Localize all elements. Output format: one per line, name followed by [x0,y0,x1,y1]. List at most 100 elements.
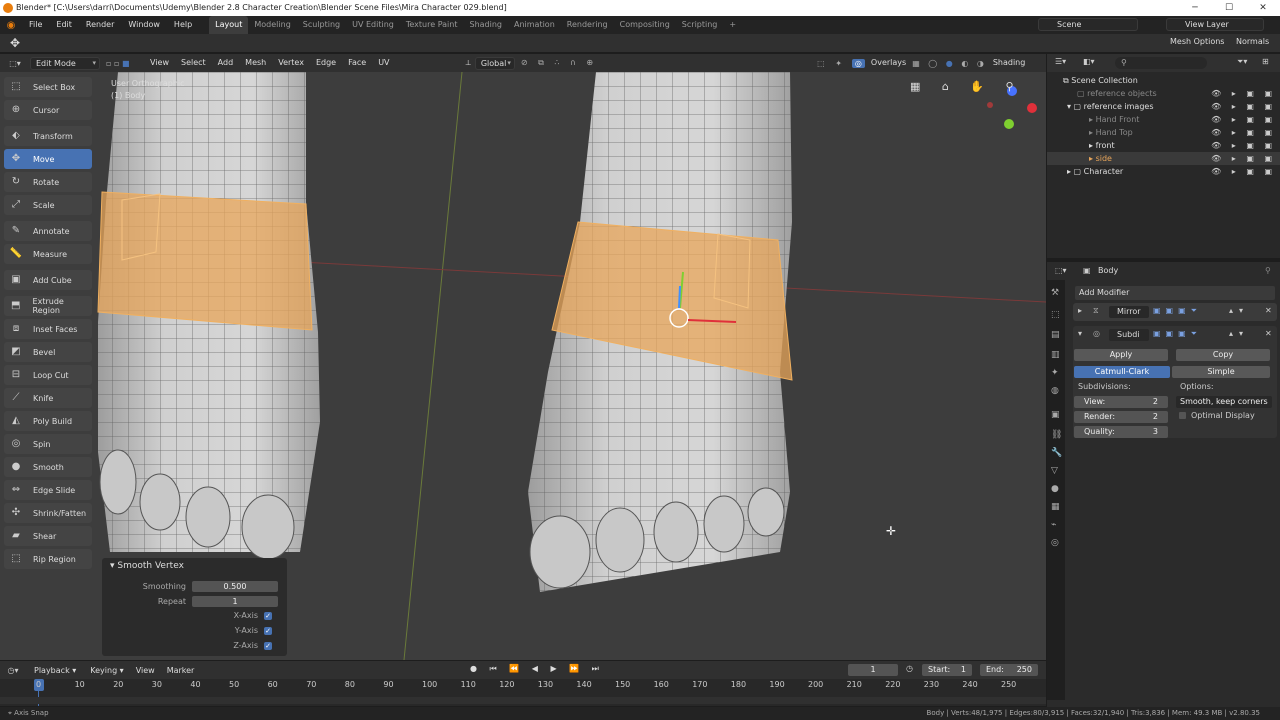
tool-measure[interactable]: 📏 Measure [4,244,92,264]
expand-arrow-icon[interactable]: ▸ [1078,306,1082,315]
tool-select-box[interactable]: ⬚ Select Box [4,77,92,97]
x-axis-checkbox[interactable]: ✓ [264,611,272,620]
tool-smooth[interactable]: ● Smooth [4,457,92,477]
collapse-arrow-icon[interactable]: ▾ [1078,329,1082,338]
playback-controls[interactable]: ● ⏮ ⏪ ◀ ▶ ⏩ ⏭ [470,664,604,674]
tool-annotate[interactable]: ✎ Annotate [4,221,92,241]
close-button[interactable]: ✕ [1246,0,1280,16]
menu-help[interactable]: Help [167,16,199,34]
mirror-visibility-icons[interactable]: ▣▣▣⏷ [1153,306,1202,316]
tab-scripting[interactable]: Scripting [676,16,724,34]
orientation-dropdown[interactable]: Global [474,56,515,70]
mirror-order-icons[interactable]: ▴▾ [1229,306,1249,315]
shading-mode-icons[interactable]: ▦ ◯ ● ◐ ◑ [912,59,987,68]
tool-spin[interactable]: ◎ Spin [4,434,92,454]
tool-shrink-fatten[interactable]: ✣ Shrink/Fatten [4,503,92,523]
modifier-mirror[interactable]: ▸ ⧖ Mirror ▣▣▣⏷ ▴▾ ✕ [1073,303,1277,321]
tool-poly-build[interactable]: ◭ Poly Build [4,411,92,431]
tool-cursor[interactable]: ⊕ Cursor [4,100,92,120]
outliner-row-front[interactable]: ▸ front 👁 ▸ ▣ ▣ [1047,139,1280,152]
snap-proportional-icons[interactable]: ⊘ ⧉ ∴ ∩ ⊕ [515,58,597,68]
mirror-name-field[interactable]: Mirror [1109,306,1149,318]
outliner-search-input[interactable]: ⚲ [1115,57,1207,69]
shading-dropdown[interactable]: Shading [987,54,1032,72]
gizmo-toggle-icons[interactable]: ⬚ ✦ [817,59,846,68]
tab-rendering[interactable]: Rendering [561,16,614,34]
clock-icon[interactable]: ◷ [906,664,913,673]
scene-collection-row[interactable]: ⧉ Scene Collection [1047,74,1280,87]
render-levels-field[interactable]: Render: 2 [1074,411,1168,423]
outliner-editor-icon[interactable]: ☰▾ [1055,57,1066,66]
physics-tab-icon[interactable]: ⌁ [1051,520,1061,530]
menu-face[interactable]: Face [342,54,372,72]
subdivision-name-field[interactable]: Subdi [1109,329,1149,341]
tool-tab-icon[interactable]: ⚒ [1051,288,1061,298]
tool-transform[interactable]: ⬖ Transform [4,126,92,146]
tool-knife[interactable]: ⟋ Knife [4,388,92,408]
output-tab-icon[interactable]: ▤ [1051,330,1061,340]
tool-rotate[interactable]: ↻ Rotate [4,172,92,192]
operator-panel-title[interactable]: ▾ Smooth Vertex [110,561,184,571]
timeline-scrubber[interactable]: 0 10 20 30 40 50 60 70 80 90 100 110 120 130 140 150 160… [0,679,1046,706]
constraints-tab-icon[interactable]: ⛓ [1051,430,1062,440]
apply-button[interactable]: Apply [1074,349,1168,361]
menu-uv[interactable]: UV [372,54,395,72]
data-tab-icon[interactable]: ▽ [1051,466,1061,476]
uv-smooth-dropdown[interactable]: Smooth, keep corners [1176,396,1272,408]
tab-compositing[interactable]: Compositing [614,16,676,34]
z-axis-checkbox[interactable]: ✓ [264,641,272,650]
outliner-row-side[interactable]: ▸ side 👁 ▸ ▣ ▣ [1047,152,1280,165]
select-mode-icons[interactable]: ▫ ▫ ■ [100,59,144,68]
menu-view[interactable]: View [144,54,175,72]
tab-uv-editing[interactable]: UV Editing [346,16,400,34]
scene-tab-icon[interactable]: ✦ [1051,368,1061,378]
scene-selector[interactable]: Scene [1038,18,1138,31]
view-levels-field[interactable]: View: 2 [1074,396,1168,408]
tool-extrude-region[interactable]: ⬒ Extrude Region [4,296,92,316]
pin-icon[interactable]: ⚲ [1265,266,1271,275]
render-tab-icon[interactable]: ⬚ [1051,310,1061,320]
menu-file[interactable]: File [22,16,49,34]
start-frame-field[interactable]: Start: 1 [922,664,972,676]
subdivision-order-icons[interactable]: ▴▾ [1229,329,1249,338]
copy-button[interactable]: Copy [1176,349,1270,361]
tool-scale[interactable]: ⤢ Scale [4,195,92,215]
tool-loop-cut[interactable]: ⊟ Loop Cut [4,365,92,385]
object-tab-icon[interactable]: ▣ [1051,410,1061,420]
outliner-row-reference-images[interactable]: ▾ ▢ reference images 👁 ▸ ▣ ▣ [1047,100,1280,113]
tool-bevel[interactable]: ◩ Bevel [4,342,92,362]
menu-render[interactable]: Render [79,16,121,34]
repeat-field[interactable]: 1 [192,596,278,607]
outliner-row-character[interactable]: ▸ ▢ Character 👁 ▸ ▣ ▣ [1047,165,1280,178]
tab-layout[interactable]: Layout [209,16,249,34]
outliner-row-hand-top[interactable]: ▸ Hand Top 👁 ▸ ▣ ▣ [1047,126,1280,139]
smoothing-field[interactable]: 0.500 [192,581,278,592]
playback-menu[interactable]: Playback ▾ [26,666,84,675]
menu-window[interactable]: Window [121,16,167,34]
modifier-tab-icon[interactable]: 🔧 [1051,448,1062,458]
tab-modeling[interactable]: Modeling [248,16,296,34]
current-frame-field[interactable]: 1 [848,664,898,676]
menu-vertex[interactable]: Vertex [272,54,310,72]
mesh-options-dropdown[interactable]: Mesh Options [1170,37,1224,46]
add-modifier-dropdown[interactable]: Add Modifier [1075,286,1275,300]
catmull-clark-toggle[interactable]: Catmull-Clark [1074,366,1170,378]
timeline-editor-icon[interactable]: ◷▾ [0,666,26,675]
properties-editor-icon[interactable]: ⬚▾ [1055,266,1067,275]
maximize-button[interactable]: ☐ [1212,0,1246,16]
world-tab-icon[interactable]: ◍ [1051,386,1061,396]
mirror-remove-icon[interactable]: ✕ [1265,306,1272,315]
marker-menu[interactable]: Marker [161,666,201,675]
menu-add[interactable]: Add [212,54,240,72]
menu-select[interactable]: Select [175,54,212,72]
minimize-button[interactable]: ─ [1178,0,1212,16]
material-tab-icon[interactable]: ● [1051,484,1061,494]
keying-menu[interactable]: Keying ▾ [84,666,129,675]
timeline-scrollbar[interactable] [0,697,1046,704]
tool-edge-slide[interactable]: ⇔ Edge Slide [4,480,92,500]
view-layer-selector[interactable]: View Layer [1166,18,1264,31]
y-axis-checkbox[interactable]: ✓ [264,626,272,635]
tool-rip-region[interactable]: ⬚ Rip Region [4,549,92,569]
subdivision-visibility-icons[interactable]: ▣▣▣⏷ [1153,329,1202,339]
optimal-display-checkbox[interactable] [1179,412,1186,419]
